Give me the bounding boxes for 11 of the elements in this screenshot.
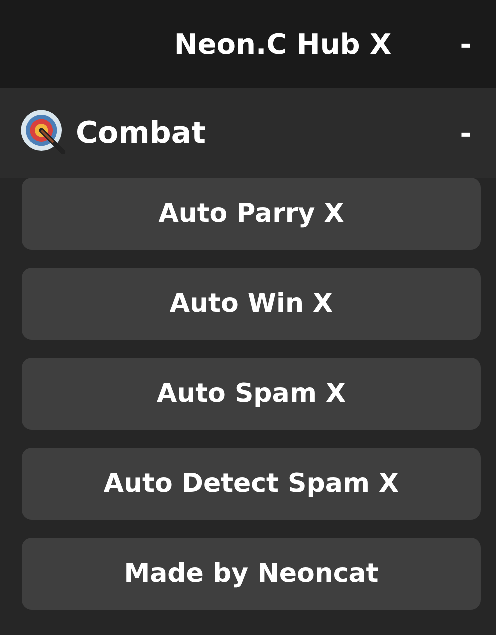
toggle-button[interactable]: Made by Neoncat	[22, 538, 481, 610]
toggle-button[interactable]: Auto Spam X	[22, 358, 481, 430]
section-header[interactable]: Combat -	[0, 88, 496, 178]
toggle-button[interactable]: Auto Detect Spam X	[22, 448, 481, 520]
minimize-button[interactable]: -	[436, 28, 496, 60]
window-title: Neon.C Hub X	[173, 28, 393, 60]
collapse-button[interactable]: -	[436, 116, 496, 150]
section-title: Combat	[76, 116, 207, 150]
toggle-button[interactable]: Auto Win X	[22, 268, 481, 340]
target-icon	[20, 109, 68, 157]
toggle-button[interactable]: Auto Parry X	[22, 178, 481, 250]
